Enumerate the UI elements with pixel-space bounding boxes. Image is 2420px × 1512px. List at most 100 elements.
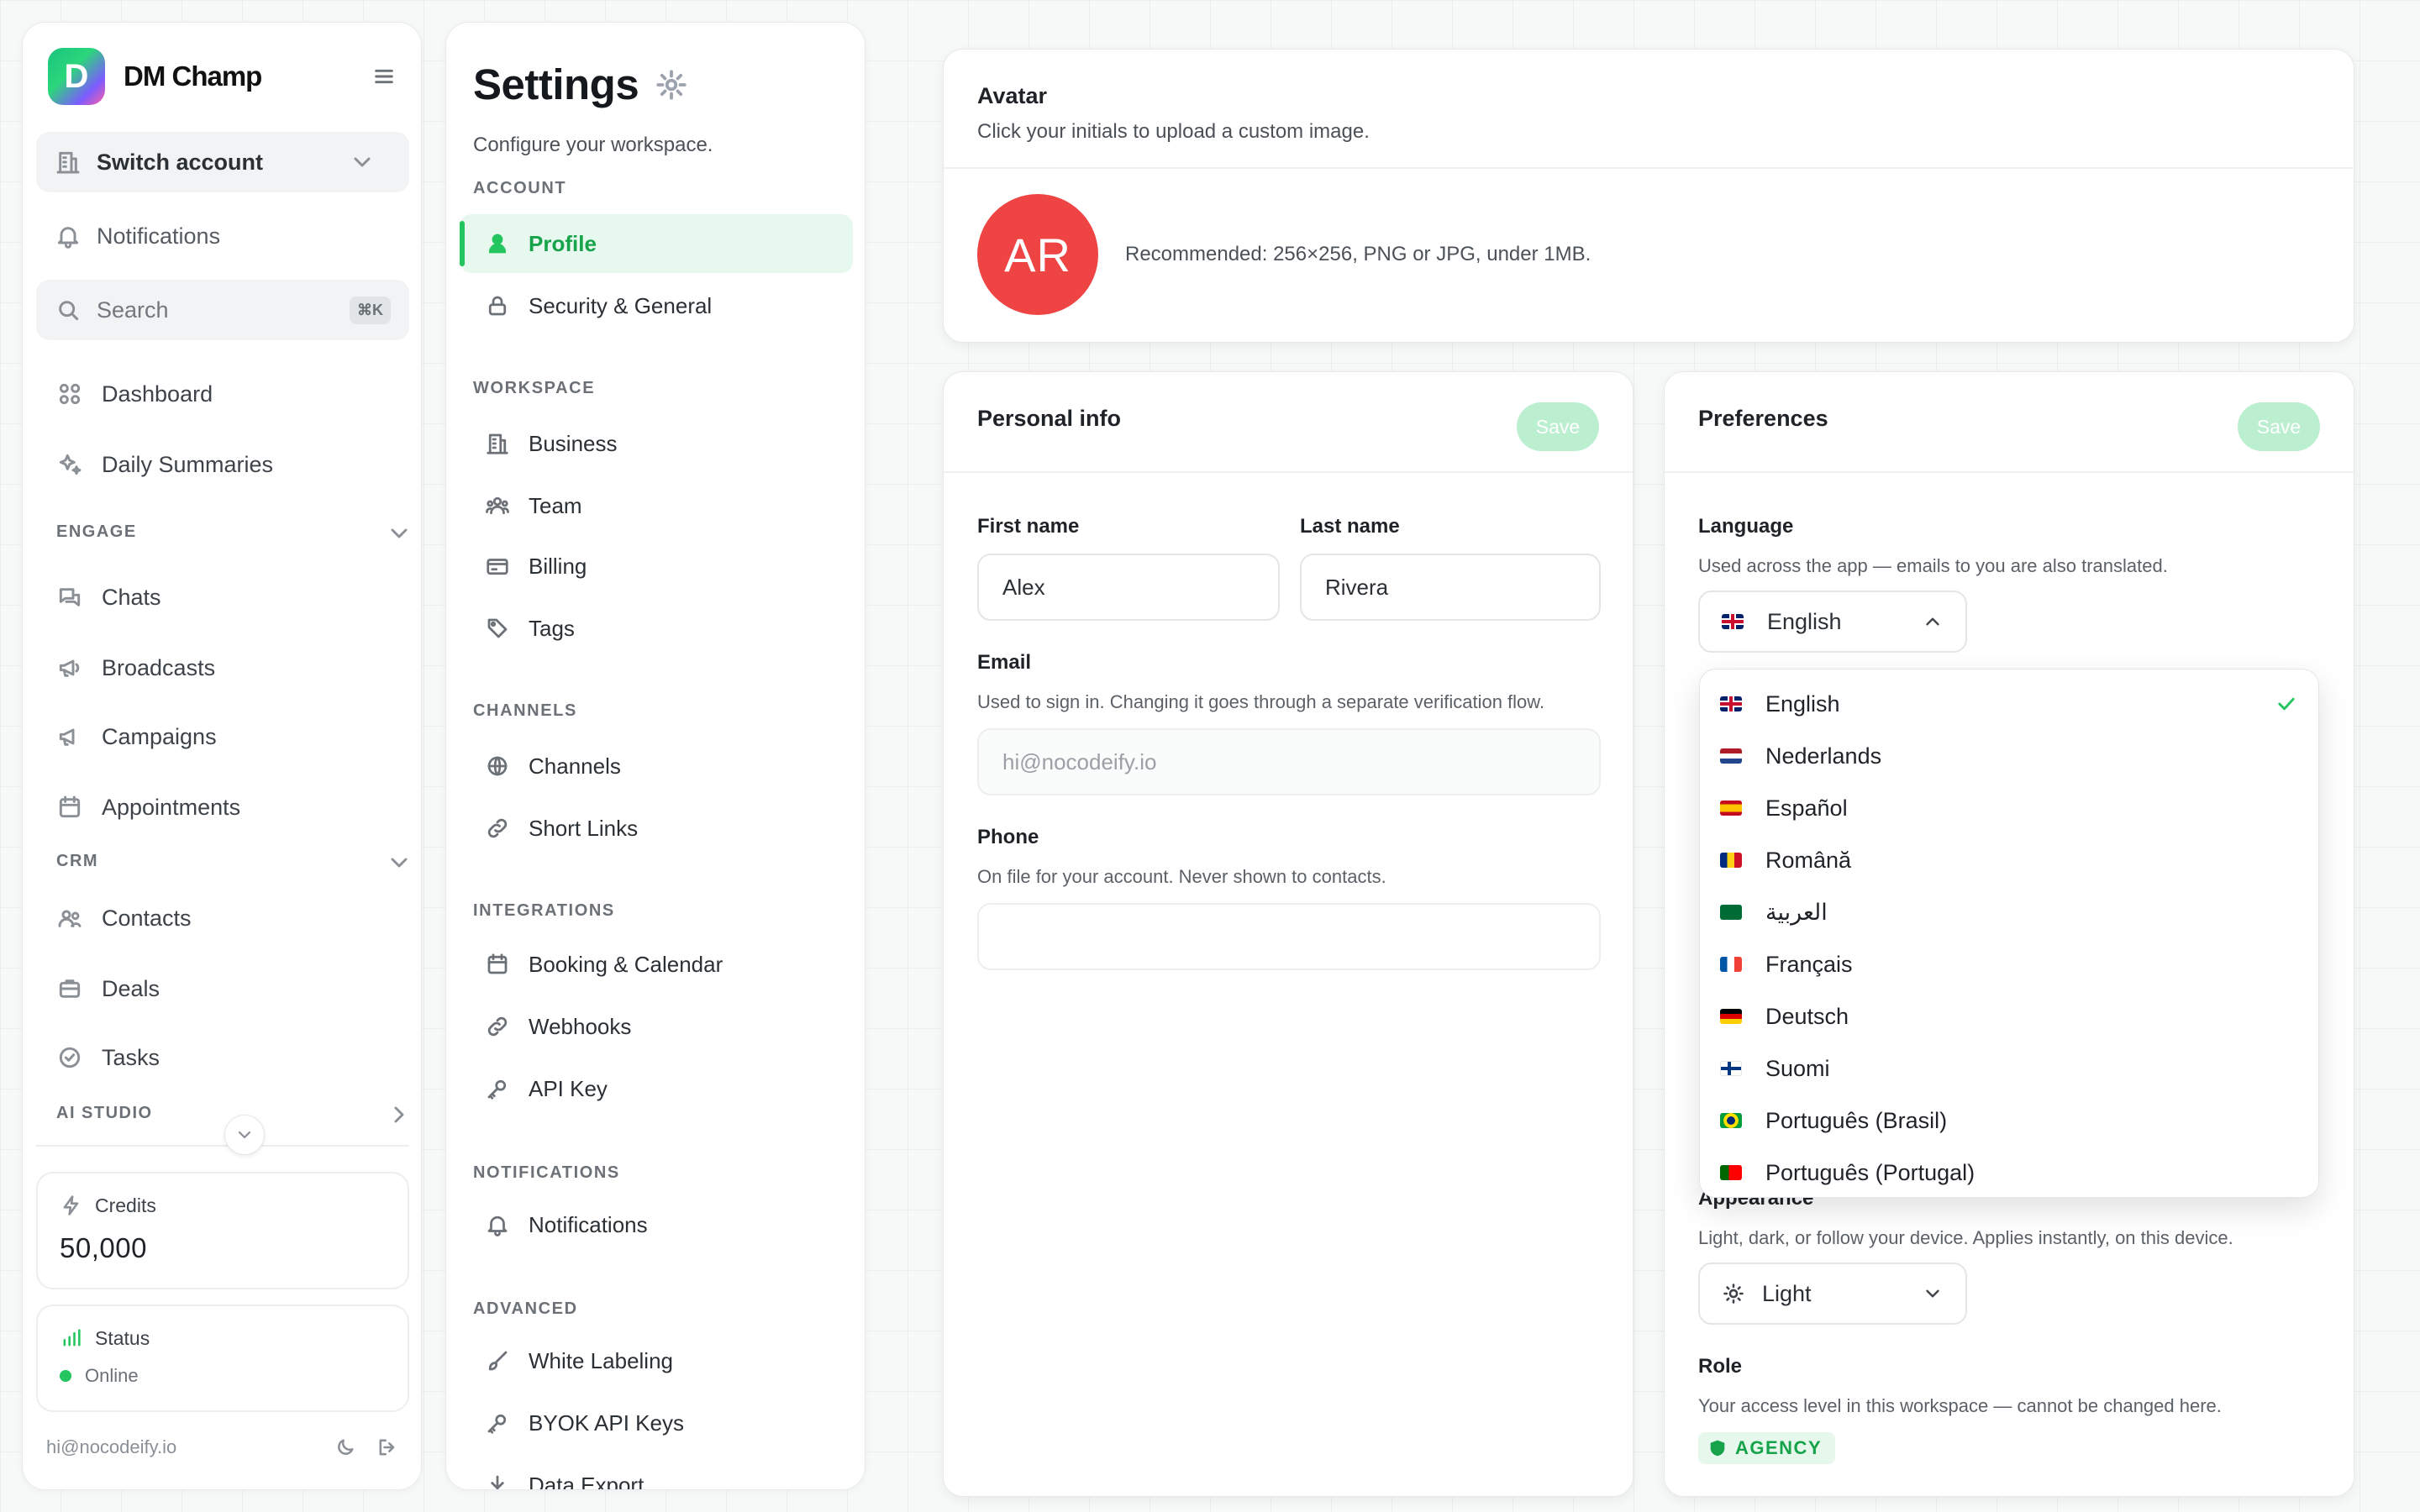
phone-field[interactable]	[977, 903, 1601, 970]
avatar-title: Avatar	[977, 83, 1048, 108]
expand-sidebar-button[interactable]	[224, 1115, 265, 1155]
appearance-select[interactable]: Light	[1698, 1263, 1967, 1325]
check-icon	[2275, 692, 2298, 716]
role-badge: AGENCY	[1698, 1432, 1836, 1464]
bell-icon	[55, 223, 82, 249]
brazil-flag-icon	[1720, 1113, 1742, 1128]
settings-nav-white-labeling[interactable]: White Labeling	[460, 1331, 853, 1390]
moon-icon[interactable]	[334, 1436, 357, 1459]
personal-info-panel: Personal info Save First name Last name …	[943, 371, 1634, 1497]
last-name-input[interactable]: Rivera	[1300, 554, 1601, 621]
language-option-romanian[interactable]: Română	[1700, 834, 2318, 886]
avatar[interactable]: AR	[977, 194, 1098, 315]
app-sidebar: D DM Champ Switch account Notifications …	[22, 22, 422, 1490]
chevron-down-icon	[234, 1125, 255, 1145]
language-option-spanish[interactable]: Español	[1700, 782, 2318, 834]
sidebar-item-deals[interactable]: Deals	[36, 958, 409, 1019]
settings-nav-profile[interactable]: Profile	[460, 214, 853, 273]
language-label: Language	[1698, 515, 1794, 538]
brush-icon	[485, 1348, 510, 1373]
group-account: ACCOUNT	[473, 179, 567, 197]
sidebar-item-chats[interactable]: Chats	[36, 567, 409, 627]
logout-icon[interactable]	[376, 1436, 399, 1459]
section-crm[interactable]: CRM	[56, 849, 409, 873]
settings-nav-billing[interactable]: Billing	[460, 537, 853, 596]
status-card: Status Online	[36, 1305, 409, 1412]
first-name-input[interactable]: Alex	[977, 554, 1280, 621]
uk-flag-icon	[1720, 696, 1742, 711]
settings-nav-security[interactable]: Security & General	[460, 276, 853, 335]
chevron-down-icon	[349, 149, 376, 176]
bell-icon	[485, 1212, 510, 1237]
search-input[interactable]: Search ⌘K	[36, 280, 409, 340]
language-option-portuguese-portugal[interactable]: Português (Portugal)	[1700, 1147, 2318, 1199]
settings-nav-short-links[interactable]: Short Links	[460, 799, 853, 858]
avatar-recommendation: Recommended: 256×256, PNG or JPG, under …	[1125, 243, 1591, 265]
language-option-french[interactable]: Français	[1700, 938, 2318, 990]
sidebar-item-broadcasts[interactable]: Broadcasts	[36, 638, 409, 698]
settings-nav-business[interactable]: Business	[460, 414, 853, 473]
settings-nav-team[interactable]: Team	[460, 476, 853, 535]
sidebar-footer: hi@nocodeify.io	[46, 1436, 399, 1459]
chevron-down-icon	[386, 520, 409, 543]
briefcase-icon	[56, 975, 83, 1002]
settings-nav: Settings Configure your workspace. ACCOU…	[445, 22, 865, 1490]
language-option-dutch[interactable]: Nederlands	[1700, 730, 2318, 782]
language-option-finnish[interactable]: Suomi	[1700, 1042, 2318, 1095]
sidebar-divider	[36, 1145, 409, 1147]
sidebar-item-dashboard[interactable]: Dashboard	[36, 364, 409, 424]
brand-logo[interactable]: D	[48, 48, 105, 105]
sidebar-item-campaigns[interactable]: Campaigns	[36, 706, 409, 767]
check-circle-icon	[56, 1044, 83, 1071]
key-icon	[485, 1076, 510, 1101]
preferences-save-button[interactable]: Save	[2238, 402, 2320, 451]
sidebar-item-notifications[interactable]: Notifications	[36, 206, 409, 266]
appearance-help: Light, dark, or follow your device. Appl…	[1698, 1227, 2233, 1248]
building-icon	[485, 431, 510, 456]
key-icon	[485, 1410, 510, 1436]
settings-nav-notifications[interactable]: Notifications	[460, 1195, 853, 1254]
language-option-german[interactable]: Deutsch	[1700, 990, 2318, 1042]
switch-account-button[interactable]: Switch account	[36, 132, 409, 192]
sidebar-item-daily-summaries[interactable]: Daily Summaries	[36, 434, 409, 495]
chat-icon	[56, 584, 83, 611]
preferences-title: Preferences	[1698, 406, 1828, 431]
gear-icon	[654, 67, 689, 102]
language-option-portuguese-brazil[interactable]: Português (Brasil)	[1700, 1095, 2318, 1147]
last-name-label: Last name	[1300, 515, 1400, 538]
settings-nav-api-key[interactable]: API Key	[460, 1059, 853, 1118]
download-icon	[485, 1473, 510, 1489]
shield-icon	[1708, 1439, 1727, 1457]
settings-nav-webhooks[interactable]: Webhooks	[460, 997, 853, 1056]
email-field[interactable]: hi@nocodeify.io	[977, 728, 1601, 795]
search-icon	[55, 297, 82, 323]
personal-save-button[interactable]: Save	[1517, 402, 1599, 451]
language-select[interactable]: English	[1698, 591, 1967, 653]
calendar-icon	[56, 794, 83, 821]
settings-nav-booking[interactable]: Booking & Calendar	[460, 935, 853, 994]
tag-icon	[485, 616, 510, 641]
chevron-right-icon	[386, 1101, 409, 1125]
users-icon	[485, 493, 510, 518]
language-option-arabic[interactable]: العربية	[1700, 886, 2318, 938]
menu-icon[interactable]	[371, 63, 397, 90]
settings-nav-data-export[interactable]: Data Export	[460, 1456, 853, 1489]
megaphone-icon	[56, 654, 83, 681]
page-subtitle: Configure your workspace.	[473, 134, 713, 156]
users-icon	[56, 905, 83, 932]
sidebar-item-tasks[interactable]: Tasks	[36, 1027, 409, 1088]
sidebar-item-contacts[interactable]: Contacts	[36, 888, 409, 948]
language-option-english[interactable]: English	[1700, 678, 2318, 730]
settings-nav-channels[interactable]: Channels	[460, 737, 853, 795]
group-integrations: INTEGRATIONS	[473, 901, 615, 920]
saudi-flag-icon	[1720, 905, 1742, 920]
signal-bars-icon	[60, 1326, 83, 1350]
role-label: Role	[1698, 1355, 1743, 1378]
language-dropdown: English Nederlands Español Română العربي…	[1699, 669, 2319, 1198]
sidebar-item-appointments[interactable]: Appointments	[36, 777, 409, 837]
settings-nav-tags[interactable]: Tags	[460, 599, 853, 658]
finland-flag-icon	[1720, 1061, 1742, 1076]
section-engage[interactable]: ENGAGE	[56, 520, 409, 543]
settings-nav-byok[interactable]: BYOK API Keys	[460, 1394, 853, 1452]
avatar-panel: Avatar Click your initials to upload a c…	[943, 49, 2354, 343]
